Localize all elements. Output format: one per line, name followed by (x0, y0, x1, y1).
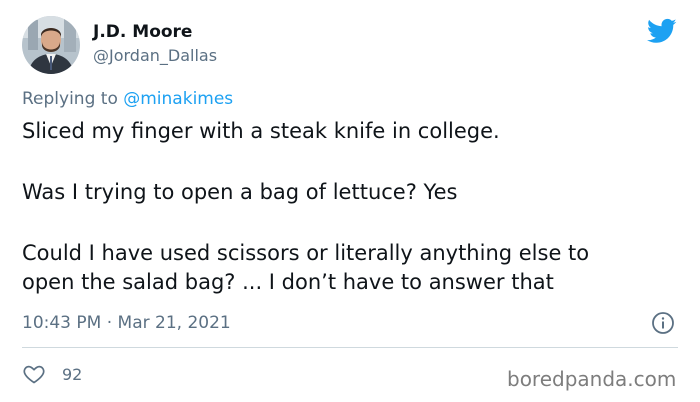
tweet-paragraph: Could I have used scissors or literally … (22, 241, 590, 294)
avatar-image (22, 16, 80, 74)
like-count: 92 (62, 364, 83, 384)
tweet-card: J.D. Moore @Jordan_Dallas Replying to @m… (0, 0, 700, 402)
divider (22, 347, 678, 348)
heart-icon[interactable] (22, 362, 46, 386)
like-button[interactable]: 92 (22, 362, 82, 386)
display-name[interactable]: J.D. Moore (93, 21, 217, 43)
tweet-timestamp[interactable]: 10:43 PM · Mar 21, 2021 (22, 311, 231, 335)
author-block[interactable]: J.D. Moore @Jordan_Dallas (93, 21, 217, 67)
avatar[interactable] (22, 16, 80, 74)
reply-mention-link[interactable]: @minakimes (123, 89, 233, 109)
user-handle[interactable]: @Jordan_Dallas (93, 45, 217, 67)
reply-prefix: Replying to (22, 89, 118, 109)
twitter-bird-icon[interactable] (645, 16, 679, 46)
watermark: boredpanda.com (507, 367, 677, 391)
info-icon[interactable] (651, 311, 675, 335)
tweet-paragraph: Sliced my finger with a steak knife in c… (22, 119, 500, 143)
reply-context: Replying to @minakimes (22, 87, 233, 111)
tweet-paragraph: Was I trying to open a bag of lettuce? Y… (22, 180, 458, 204)
